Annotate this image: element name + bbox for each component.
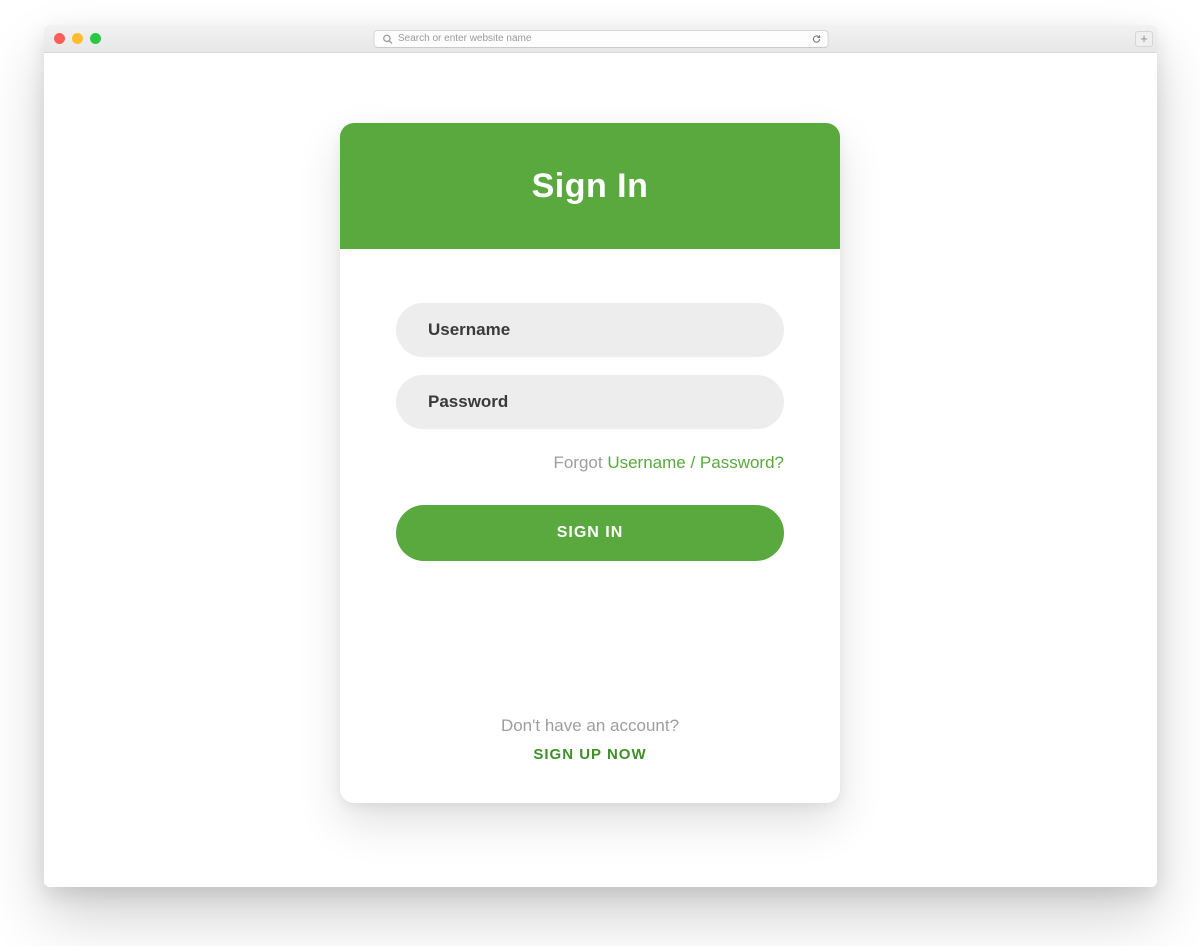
- spacer: [396, 561, 784, 716]
- forgot-row: Forgot Username / Password?: [396, 453, 784, 473]
- browser-window: + Sign In Forgot Username / Password? SI…: [44, 25, 1157, 887]
- forgot-link[interactable]: Username / Password?: [607, 453, 784, 472]
- username-field[interactable]: [396, 303, 784, 357]
- card-title: Sign In: [532, 167, 649, 206]
- new-tab-button[interactable]: +: [1135, 31, 1153, 47]
- card-footer: Don't have an account? SIGN UP NOW: [396, 716, 784, 773]
- signin-button[interactable]: SIGN IN: [396, 505, 784, 561]
- signin-card: Sign In Forgot Username / Password? SIGN…: [340, 123, 840, 803]
- address-input[interactable]: [398, 33, 805, 44]
- close-window-button[interactable]: [54, 33, 65, 44]
- window-controls: [54, 33, 101, 44]
- card-body: Forgot Username / Password? SIGN IN Don'…: [340, 249, 840, 803]
- search-icon: [382, 34, 392, 44]
- signup-link[interactable]: SIGN UP NOW: [396, 746, 784, 763]
- no-account-text: Don't have an account?: [396, 716, 784, 736]
- browser-toolbar: +: [44, 25, 1157, 53]
- forgot-label: Forgot: [553, 453, 607, 472]
- stage: + Sign In Forgot Username / Password? SI…: [0, 0, 1200, 946]
- page-viewport: Sign In Forgot Username / Password? SIGN…: [44, 53, 1157, 887]
- password-field[interactable]: [396, 375, 784, 429]
- address-bar[interactable]: [373, 30, 828, 48]
- card-header: Sign In: [340, 123, 840, 249]
- plus-icon: +: [1140, 32, 1148, 45]
- minimize-window-button[interactable]: [72, 33, 83, 44]
- reload-icon[interactable]: [811, 34, 821, 44]
- maximize-window-button[interactable]: [90, 33, 101, 44]
